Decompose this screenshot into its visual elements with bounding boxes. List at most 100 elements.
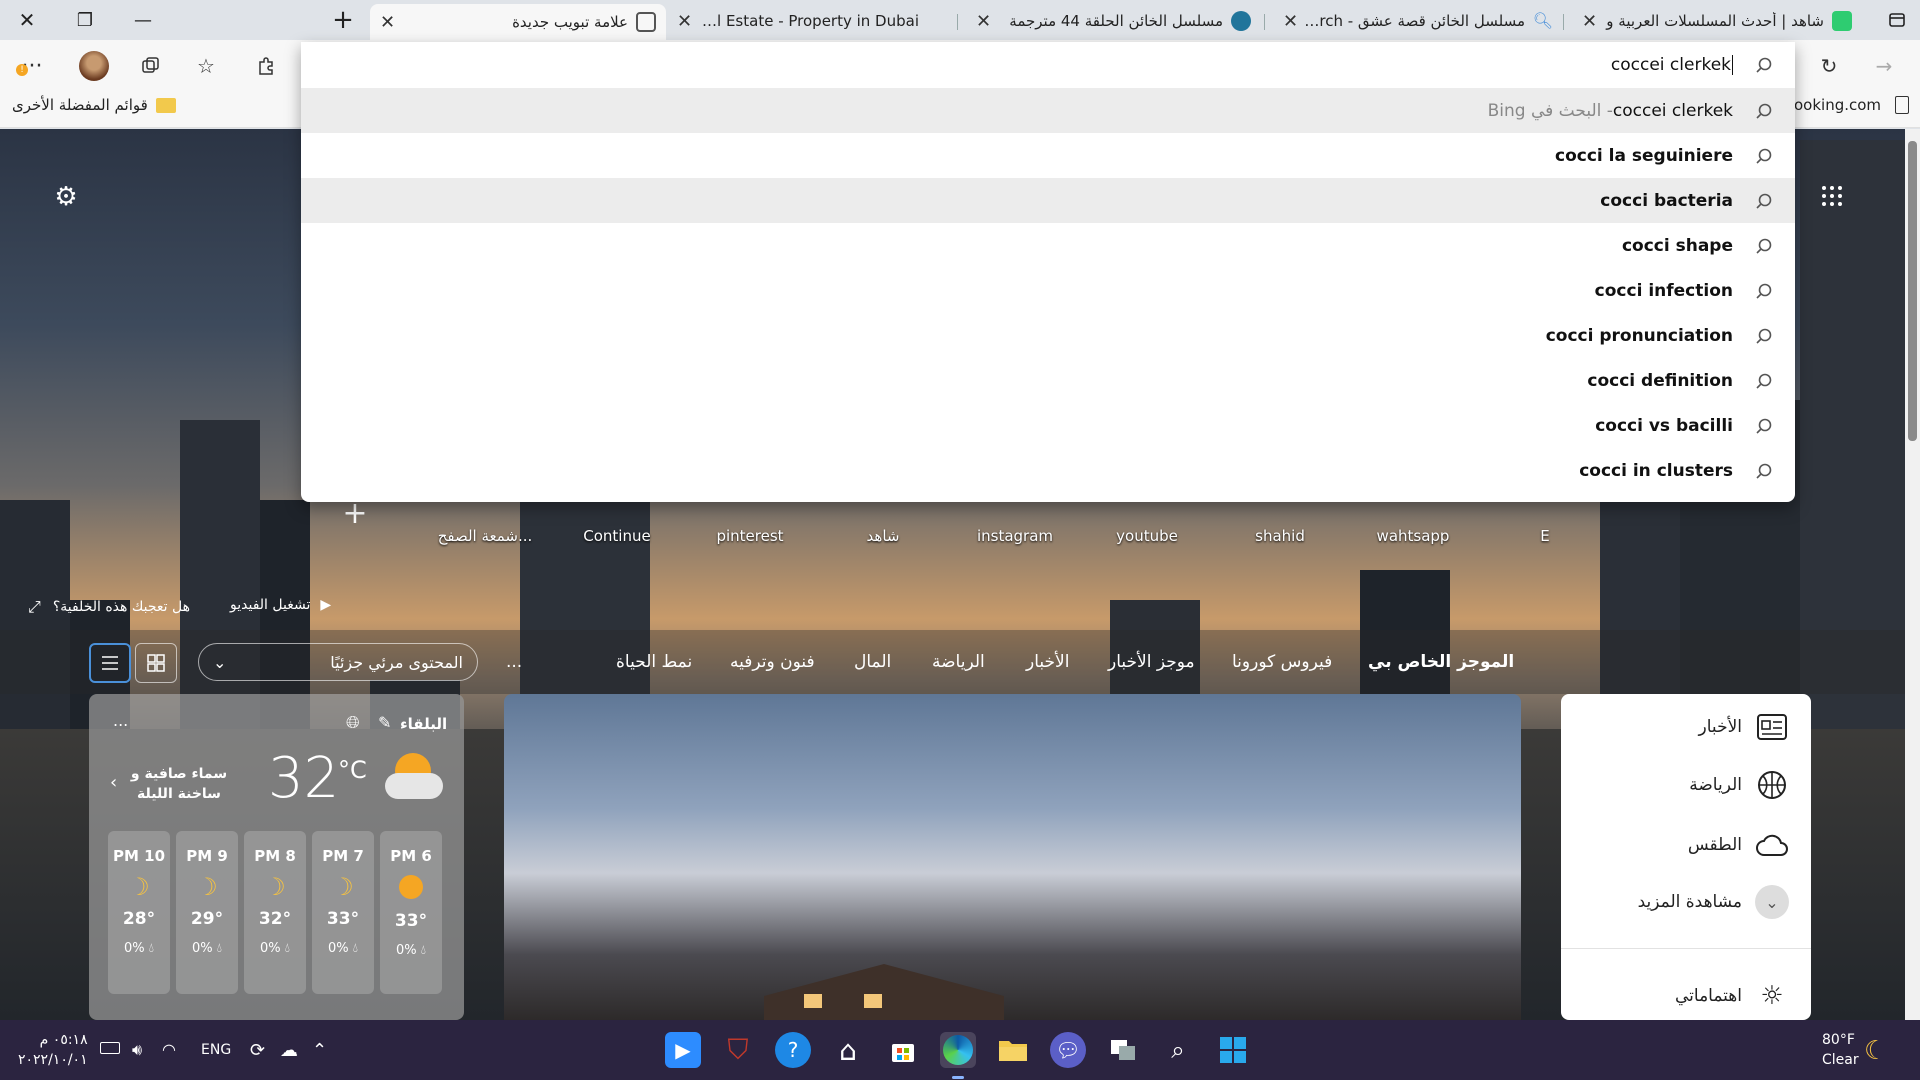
quick-link-shahid-ar[interactable]: شاهد	[828, 527, 938, 545]
category-news[interactable]: الأخبار	[1699, 709, 1790, 745]
teams-chat-icon[interactable]: 💬︎	[1050, 1032, 1086, 1068]
moon-icon: ☽	[332, 873, 354, 901]
onedrive-cloud-icon[interactable]: ☁	[280, 1040, 298, 1061]
quick-link-continue[interactable]: Continue	[562, 527, 672, 545]
suggestion-item[interactable]: coccei clerkek - البحث في Bing	[301, 88, 1795, 133]
suggestion-item[interactable]: cocci la seguiniere	[301, 133, 1795, 178]
weather-more-button[interactable]: ...	[113, 711, 128, 730]
close-tab-icon[interactable]: ✕	[1582, 11, 1603, 32]
bookmark-booking[interactable]: ooking.com	[1794, 96, 1910, 114]
tab-actions-icon[interactable]	[1874, 0, 1920, 40]
nav-my-feed[interactable]: الموجز الخاص بي	[1368, 652, 1514, 672]
quick-link-youtube[interactable]: youtube	[1092, 527, 1202, 545]
other-favorites[interactable]: قوائم المفضلة الأخرى	[12, 96, 176, 114]
close-tab-icon[interactable]: ✕	[976, 11, 997, 32]
taskbar-clock[interactable]: ٠٥:١٨ م ٢٠٢٢/١٠/٠١	[18, 1030, 88, 1070]
search-icon	[1753, 280, 1775, 302]
apps-grid-icon[interactable]	[1820, 184, 1850, 214]
refresh-button[interactable]: ↻	[1813, 50, 1845, 82]
start-button-icon[interactable]	[1215, 1032, 1251, 1068]
taskbar-weather[interactable]: 80°F Clear	[1822, 1030, 1859, 1070]
battery-icon[interactable]	[100, 1042, 120, 1054]
volume-icon[interactable]: 🔊︎	[132, 1040, 142, 1060]
close-window-button[interactable]: ✕	[4, 0, 50, 40]
dell-app-icon[interactable]: ⌂	[830, 1032, 866, 1068]
quick-link-shahid[interactable]: shahid	[1225, 527, 1335, 545]
nav-sports[interactable]: الرياضة	[932, 652, 985, 672]
nav-lifestyle[interactable]: نمط الحياة	[616, 652, 692, 672]
edit-location-icon[interactable]: ✎	[378, 713, 391, 732]
background-like-prompt[interactable]: هل تعجبك هذه الخلفية؟ ⤢	[28, 597, 190, 617]
moon-icon: ☽	[264, 873, 286, 901]
globe-icon[interactable]: 🌐︎	[346, 713, 360, 733]
file-explorer-icon[interactable]	[995, 1032, 1031, 1068]
category-weather[interactable]: الطقس	[1688, 827, 1790, 863]
suggestion-item[interactable]: cocci shape	[301, 223, 1795, 268]
quick-link-pinterest[interactable]: pinterest	[695, 527, 805, 545]
favorites-icon[interactable]: ☆	[190, 50, 222, 82]
page-scrollbar[interactable]	[1905, 129, 1920, 1020]
suggestion-item[interactable]: cocci in clusters	[301, 448, 1795, 493]
mcafee-app-icon[interactable]: ⛉	[720, 1032, 756, 1068]
suggestion-item[interactable]: cocci bacteria	[301, 178, 1795, 223]
basketball-icon	[1754, 767, 1790, 803]
temperature-unit[interactable]: °C	[338, 756, 367, 784]
nav-news-brief[interactable]: موجز الأخبار	[1108, 652, 1195, 672]
microsoft-store-icon[interactable]	[885, 1032, 921, 1068]
tab-search[interactable]: 🔍︎ مسلسل الخائن قصة عشق - Search ✕	[1273, 4, 1563, 38]
category-sports[interactable]: الرياضة	[1689, 767, 1790, 803]
edge-app-icon[interactable]	[940, 1032, 976, 1068]
hourly-forecast-9pm: PM 9 ☽ 29° 0% 💧︎	[176, 831, 238, 994]
tab-new-tab[interactable]: علامة تبويب جديدة ✕	[370, 4, 666, 40]
wifi-icon[interactable]: ◠	[162, 1040, 176, 1059]
weather-location[interactable]: البلقاء	[400, 715, 447, 733]
close-tab-icon[interactable]: ✕	[677, 11, 698, 32]
tab-series[interactable]: مسلسل الخائن الحلقة 44 مترجمة ✕	[966, 4, 1261, 38]
extensions-icon[interactable]	[250, 50, 282, 82]
forward-button[interactable]: →	[1868, 50, 1900, 82]
nav-coronavirus[interactable]: فيروس كورونا	[1232, 652, 1332, 672]
nav-news[interactable]: الأخبار	[1026, 652, 1069, 672]
content-visibility-dropdown[interactable]: المحتوى مرئي جزئيًا ⌄	[198, 643, 478, 681]
tab-real-estate[interactable]: Real Estate - Property in Dubai ✕	[667, 4, 957, 38]
suggestion-item[interactable]: cocci pronunciation	[301, 313, 1795, 358]
close-tab-icon[interactable]: ✕	[1283, 11, 1304, 32]
chevron-left-icon[interactable]: ‹	[110, 772, 117, 793]
my-interests[interactable]: ☼ اهتماماتي	[1675, 978, 1790, 1014]
minimize-button[interactable]: —	[120, 0, 166, 40]
restore-button[interactable]: ❐	[62, 0, 108, 40]
quick-link-whatsapp[interactable]: wahtsapp	[1358, 527, 1468, 545]
collections-icon[interactable]	[134, 50, 166, 82]
nav-more[interactable]: ...	[506, 652, 522, 672]
play-icon: ▶	[320, 597, 332, 613]
task-view-icon[interactable]	[1105, 1032, 1141, 1068]
play-video-button[interactable]: ▶ تشغيل الفيديو	[230, 597, 331, 613]
grid-layout-button[interactable]	[135, 643, 177, 683]
nav-money[interactable]: المال	[854, 652, 891, 672]
help-app-icon[interactable]: ?	[775, 1032, 811, 1068]
tab-shahid[interactable]: شاهد | أحدث المسلسلات العربية و ✕	[1572, 4, 1862, 38]
search-icon	[1753, 190, 1775, 212]
address-input[interactable]: coccei clerkek	[1611, 55, 1731, 75]
sync-icon[interactable]: ⟳	[250, 1040, 265, 1061]
zoom-app-icon[interactable]: ▶	[665, 1032, 701, 1068]
quick-link-e[interactable]: E	[1490, 527, 1600, 545]
language-indicator[interactable]: ENG	[201, 1042, 231, 1058]
show-hidden-icons-icon[interactable]: ⌃	[312, 1040, 327, 1061]
new-tab-button[interactable]: +	[320, 0, 366, 40]
see-more-button[interactable]: ⌄ مشاهدة المزيد	[1638, 884, 1790, 920]
search-icon	[1753, 460, 1775, 482]
close-tab-icon[interactable]: ✕	[380, 12, 401, 33]
suggestion-item[interactable]: cocci definition	[301, 358, 1795, 403]
profile-avatar[interactable]	[76, 48, 112, 84]
quick-link-instagram[interactable]: instagram	[960, 527, 1070, 545]
featured-news-image[interactable]	[504, 694, 1521, 1020]
quick-link-page[interactable]: شمعة الصفح...	[430, 527, 540, 545]
search-taskbar-icon[interactable]: ⌕	[1160, 1032, 1196, 1068]
list-layout-button[interactable]	[89, 643, 131, 683]
suggestion-item[interactable]: cocci vs bacilli	[301, 403, 1795, 448]
address-bar[interactable]: coccei clerkek	[301, 42, 1795, 88]
nav-entertainment[interactable]: فنون وترفيه	[730, 652, 815, 672]
suggestion-item[interactable]: cocci infection	[301, 268, 1795, 313]
page-settings-gear-icon[interactable]: ⚙	[50, 182, 82, 214]
